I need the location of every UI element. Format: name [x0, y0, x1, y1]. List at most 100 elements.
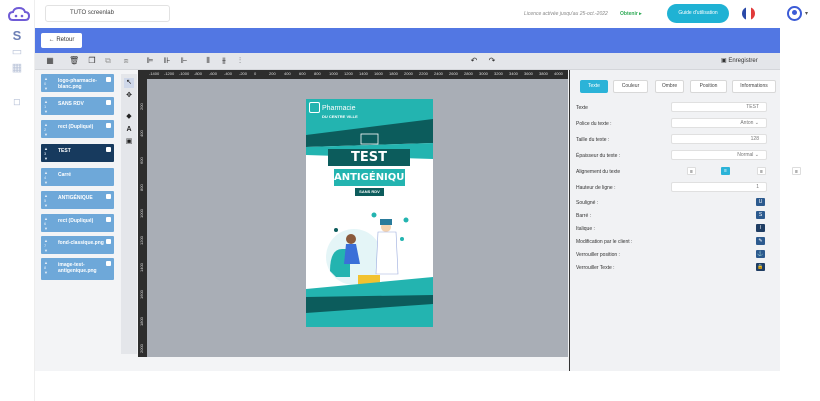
- reorder-arrows-icon[interactable]: ▲ 4 ▼: [44, 170, 48, 185]
- ruler-tick-label: 1800: [139, 317, 144, 326]
- move-icon[interactable]: ✥: [124, 91, 134, 101]
- title-test: TEST: [351, 150, 387, 165]
- text-tool-icon[interactable]: A: [124, 125, 134, 135]
- tab-informations[interactable]: Informations: [732, 80, 776, 93]
- ungroup-icon[interactable]: ⧈: [121, 56, 131, 66]
- lock-icon[interactable]: [106, 217, 111, 222]
- prop-label: Hauteur de ligne :: [576, 185, 616, 191]
- layer-item[interactable]: ▲ 5 ▼ ANTIGÉNIQUE: [41, 191, 114, 209]
- save-button[interactable]: ▣ Enregistrer: [721, 57, 758, 64]
- align-center-icon[interactable]: ≡: [721, 167, 730, 175]
- reorder-arrows-icon[interactable]: ▲ 2 ▼: [44, 122, 48, 137]
- ruler-tick-label: 2400: [434, 71, 443, 76]
- bottom-strip: [35, 371, 780, 401]
- lock-icon[interactable]: [106, 147, 111, 152]
- group-icon[interactable]: ⧉: [103, 56, 113, 66]
- line-height-input[interactable]: 1: [671, 182, 767, 192]
- prop-label: Modification par le client :: [576, 239, 633, 245]
- lock-icon[interactable]: [106, 100, 111, 105]
- lock-icon[interactable]: [106, 194, 111, 199]
- lock-text-icon[interactable]: 🔒: [756, 263, 765, 271]
- undo-icon[interactable]: ↶: [469, 56, 479, 66]
- layers-panel: ▲ 0 ▼ logo-pharmacie-blanc.png ▲ 1 ▼ SANS RD…: [41, 74, 116, 304]
- prop-label: Taille du texte :: [576, 137, 610, 143]
- distribute-center-icon[interactable]: ⫵: [219, 56, 229, 66]
- lock-position-icon[interactable]: ⚓: [756, 250, 765, 258]
- tab-position[interactable]: Position: [690, 80, 727, 93]
- reorder-arrows-icon[interactable]: ▲ 8 ▼: [44, 260, 48, 275]
- layer-item[interactable]: ▲ 8 ▼ image-test-antigenique.png: [41, 258, 114, 280]
- font-size-input[interactable]: 128: [671, 134, 767, 144]
- lock-icon[interactable]: [106, 123, 111, 128]
- trash-icon[interactable]: 🗑: [69, 56, 79, 66]
- obtenir-link[interactable]: Obtenir ▸: [620, 11, 642, 17]
- reorder-arrows-icon[interactable]: ▲ 7 ▼: [44, 238, 48, 253]
- layer-item-selected[interactable]: ▲ 3 ▼ TEST: [41, 144, 114, 162]
- layer-item[interactable]: ▲ 4 ▼ Carré: [41, 168, 114, 186]
- copy-icon[interactable]: ❐: [87, 56, 97, 66]
- align-center-icon[interactable]: ⊪: [162, 56, 172, 66]
- lock-icon[interactable]: [106, 239, 111, 244]
- poster[interactable]: Pharmacie DU CENTRE VILLE TEST ANTIGÉNIQ…: [306, 99, 433, 327]
- strikethrough-icon[interactable]: S: [756, 211, 765, 219]
- align-right-icon[interactable]: ≡: [757, 167, 766, 175]
- monitor-icon[interactable]: ▭: [10, 46, 24, 58]
- tool-column: ↖ ✥ ◆ A ▣: [121, 74, 137, 354]
- app-sidebar: S ▭ ▦ ◇: [0, 0, 35, 401]
- prop-label: Barré :: [576, 213, 592, 219]
- lock-icon[interactable]: [106, 77, 111, 82]
- user-avatar-icon[interactable]: [787, 6, 802, 21]
- ruler-tick-label: 3000: [479, 71, 488, 76]
- document-title-field[interactable]: TUTO screenlab: [45, 5, 170, 22]
- calendar-icon[interactable]: ▦: [10, 62, 24, 74]
- align-right-icon[interactable]: ⊩: [179, 56, 189, 66]
- licence-status: Licence activée jusqu'au 25-oct.-2022: [524, 11, 608, 17]
- layer-item[interactable]: ▲ 1 ▼ SANS RDV: [41, 97, 114, 115]
- tab-ombre[interactable]: Ombre: [655, 80, 684, 93]
- shapes-icon[interactable]: ◆: [124, 112, 134, 122]
- reorder-arrows-icon[interactable]: ▲ 5 ▼: [44, 193, 48, 208]
- layer-item[interactable]: ▲ 0 ▼ logo-pharmacie-blanc.png: [41, 74, 114, 92]
- image-tool-icon[interactable]: ▣: [124, 137, 134, 147]
- reorder-arrows-icon[interactable]: ▲ 1 ▼: [44, 99, 48, 114]
- back-button[interactable]: ← Retour: [41, 33, 82, 48]
- align-left-icon[interactable]: ≡: [687, 167, 696, 175]
- editor-toolbar: ▦ 🗑 ❐ ⧉ ⧈ ⊫ ⊪ ⊩ ⫴ ⫵ ⫶ ↶ ↷ ▣ Enregistrer: [35, 53, 780, 70]
- distribute-right-icon[interactable]: ⫶: [235, 56, 245, 66]
- select-cursor-icon[interactable]: ↖: [124, 78, 134, 88]
- screenlab-s-icon[interactable]: S: [10, 29, 24, 42]
- french-flag-icon[interactable]: [742, 7, 755, 20]
- canvas-area[interactable]: Pharmacie DU CENTRE VILLE TEST ANTIGÉNIQ…: [147, 79, 568, 357]
- layer-item[interactable]: ▲ 7 ▼ fond-classique.png: [41, 236, 114, 254]
- lock-icon[interactable]: [106, 261, 111, 266]
- tab-couleur[interactable]: Couleur: [613, 80, 648, 93]
- italic-icon[interactable]: I: [756, 224, 765, 232]
- client-edit-icon[interactable]: ✎: [756, 237, 765, 245]
- font-weight-select[interactable]: Normal ⌄: [671, 150, 767, 160]
- cloud-logo-icon[interactable]: [8, 6, 30, 22]
- align-justify-icon[interactable]: ≡: [792, 167, 801, 175]
- layer-item[interactable]: ▲ 2 ▼ rect (Dupliqué): [41, 120, 114, 138]
- tag-icon[interactable]: ◇: [8, 93, 26, 111]
- ruler-tick-label: 1600: [374, 71, 383, 76]
- tab-texte[interactable]: Texte: [580, 80, 608, 93]
- grid-icon[interactable]: ▦: [45, 56, 55, 66]
- text-input[interactable]: TEST: [671, 102, 767, 112]
- ruler-tick-label: 200: [139, 103, 144, 110]
- user-guide-button[interactable]: Guide d'utilisation: [667, 4, 729, 23]
- font-select[interactable]: Anton ⌄: [671, 118, 767, 128]
- underline-icon[interactable]: U: [756, 198, 765, 206]
- ruler-tick-label: 1200: [344, 71, 353, 76]
- redo-icon[interactable]: ↷: [487, 56, 497, 66]
- chevron-down-icon[interactable]: ▾: [805, 10, 808, 17]
- reorder-arrows-icon[interactable]: ▲ 3 ▼: [44, 146, 48, 161]
- ruler-tick-label: 600: [139, 157, 144, 164]
- layer-item[interactable]: ▲ 6 ▼ rect (Dupliqué): [41, 214, 114, 232]
- tag-sans-rdv: SANS RDV: [359, 189, 380, 194]
- distribute-left-icon[interactable]: ⫴: [203, 56, 213, 66]
- ruler-tick-label: 2000: [404, 71, 413, 76]
- reorder-arrows-icon[interactable]: ▲ 0 ▼: [44, 76, 48, 91]
- reorder-arrows-icon[interactable]: ▲ 6 ▼: [44, 216, 48, 231]
- align-left-icon[interactable]: ⊫: [145, 56, 155, 66]
- ruler-tick-label: 1000: [329, 71, 338, 76]
